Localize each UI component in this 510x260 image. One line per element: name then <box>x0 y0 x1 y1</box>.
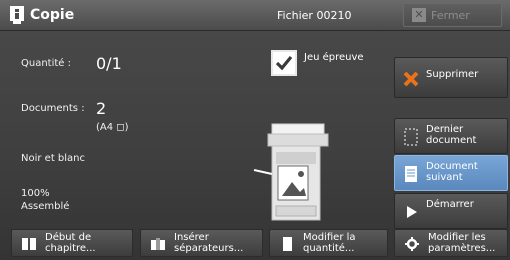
copy-icon <box>10 6 24 24</box>
last-document-button[interactable]: Dernier document <box>394 118 508 154</box>
quantity-label: Quantité : <box>21 58 71 69</box>
next-document-button[interactable]: Document suivant <box>394 155 508 191</box>
color-mode: Noir et blanc <box>21 153 86 164</box>
last-document-line2: document <box>426 135 477 146</box>
next-document-label: Document suivant <box>426 161 478 183</box>
app-title: Copie <box>30 7 75 23</box>
separators-icon <box>151 238 165 250</box>
modify-quantity-button[interactable]: Modifier la quantité... <box>269 229 388 257</box>
gear-icon <box>405 237 419 251</box>
close-button[interactable]: ✕ Fermer <box>403 3 502 27</box>
start-button[interactable]: Démarrer <box>394 193 508 229</box>
modify-settings-line1: Modifier les <box>428 232 486 243</box>
chapter-start-line1: Début de <box>45 232 92 243</box>
play-icon <box>407 206 417 218</box>
next-document-line1: Document <box>426 161 478 172</box>
insert-separators-label: Insérer séparateurs... <box>174 232 243 254</box>
modify-quantity-line2: quantité... <box>303 243 355 254</box>
next-document-line2: suivant <box>426 172 463 183</box>
modify-settings-label: Modifier les paramètres... <box>428 232 495 254</box>
close-label: Fermer <box>431 8 470 22</box>
start-label: Démarrer <box>426 199 474 210</box>
page-icon <box>283 237 292 251</box>
last-document-line1: Dernier <box>426 124 464 135</box>
last-document-label: Dernier document <box>426 124 476 146</box>
quantity-value: 0/1 <box>96 54 122 73</box>
book-icon <box>22 238 36 250</box>
chapter-start-line2: chapitre... <box>45 243 96 254</box>
documents-value: 2 <box>96 99 107 118</box>
zoom-level: 100% <box>21 188 50 199</box>
close-icon: ✕ <box>412 8 426 22</box>
chapter-start-button[interactable]: Début de chapitre... <box>11 229 133 257</box>
collation-mode: Assemblé <box>21 201 70 212</box>
insert-separators-line1: Insérer <box>174 232 209 243</box>
copier-illustration <box>253 123 329 221</box>
modify-settings-line2: paramètres... <box>428 243 496 254</box>
copy-screen: Copie Fichier 00210 ✕ Fermer Quantité : … <box>0 0 510 260</box>
chapter-start-label: Début de chapitre... <box>45 232 96 254</box>
proof-checkbox[interactable] <box>271 50 297 76</box>
modify-quantity-label: Modifier la quantité... <box>303 232 356 254</box>
delete-button[interactable]: Supprimer <box>394 57 508 98</box>
insert-separators-line2: séparateurs... <box>174 243 244 254</box>
delete-x-icon <box>403 71 419 87</box>
modify-settings-button[interactable]: Modifier les paramètres... <box>394 229 508 257</box>
document-icon <box>405 166 417 182</box>
insert-separators-button[interactable]: Insérer séparateurs... <box>140 229 263 257</box>
delete-label: Supprimer <box>426 69 479 80</box>
modify-quantity-line1: Modifier la <box>303 232 356 243</box>
paper-size: (A4 ◻) <box>96 122 129 133</box>
checkmark-icon <box>275 55 293 71</box>
documents-label: Documents : <box>21 103 85 114</box>
dashed-page-icon <box>404 128 418 146</box>
proof-label: Jeu épreuve <box>304 52 364 63</box>
title-bar: Copie Fichier 00210 ✕ Fermer <box>0 0 510 31</box>
file-name: Fichier 00210 <box>277 9 352 22</box>
